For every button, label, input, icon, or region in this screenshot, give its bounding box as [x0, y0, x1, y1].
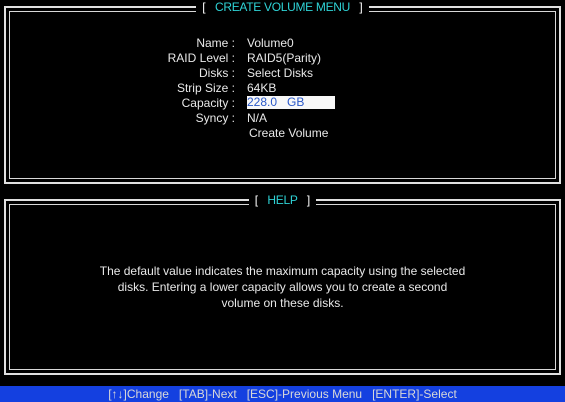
create-volume-row[interactable]: Create Volume [6, 126, 559, 141]
disks-label: Disks : [199, 66, 235, 80]
help-text: The default value indicates the maximum … [6, 263, 559, 311]
sync-label: Syncy : [195, 111, 235, 125]
help-line: disks. Entering a lower capacity allows … [117, 280, 448, 294]
strip-size-label: Strip Size : [176, 81, 235, 95]
field-capacity[interactable]: Capacity : 228.0 GB [6, 96, 559, 111]
help-line: volume on these disks. [221, 296, 344, 310]
sync-value[interactable]: N/A [235, 111, 267, 126]
help-line: The default value indicates the maximum … [99, 264, 466, 278]
create-volume-panel: [ CREATE VOLUME MENU ] Name : Volume0 RA… [4, 0, 561, 184]
volume-form: Name : Volume0 RAID Level : RAID5(Parity… [6, 36, 559, 141]
disks-value[interactable]: Select Disks [235, 66, 313, 81]
create-volume-title-text: CREATE VOLUME MENU [208, 0, 357, 14]
name-value[interactable]: Volume0 [235, 36, 294, 51]
help-title: [ HELP ] [6, 192, 559, 208]
key-help-statusbar: [↑↓]Change [TAB]-Next [ESC]-Previous Men… [0, 386, 565, 402]
name-label: Name : [196, 36, 235, 50]
create-volume-title: [ CREATE VOLUME MENU ] [6, 0, 559, 15]
raid-level-value[interactable]: RAID5(Parity) [235, 51, 321, 66]
strip-size-value[interactable]: 64KB [235, 81, 276, 96]
field-sync[interactable]: Syncy : N/A [6, 111, 559, 126]
field-name[interactable]: Name : Volume0 [6, 36, 559, 51]
capacity-input[interactable]: 228.0 GB [247, 96, 335, 109]
capacity-label: Capacity : [181, 96, 235, 110]
field-disks[interactable]: Disks : Select Disks [6, 66, 559, 81]
field-strip-size[interactable]: Strip Size : 64KB [6, 81, 559, 96]
raid-level-label: RAID Level : [167, 51, 235, 65]
help-panel: [ HELP ] The default value indicates the… [4, 193, 561, 375]
help-title-text: HELP [261, 193, 304, 207]
create-volume-button[interactable]: Create Volume [6, 126, 328, 141]
field-raid-level[interactable]: RAID Level : RAID5(Parity) [6, 51, 559, 66]
